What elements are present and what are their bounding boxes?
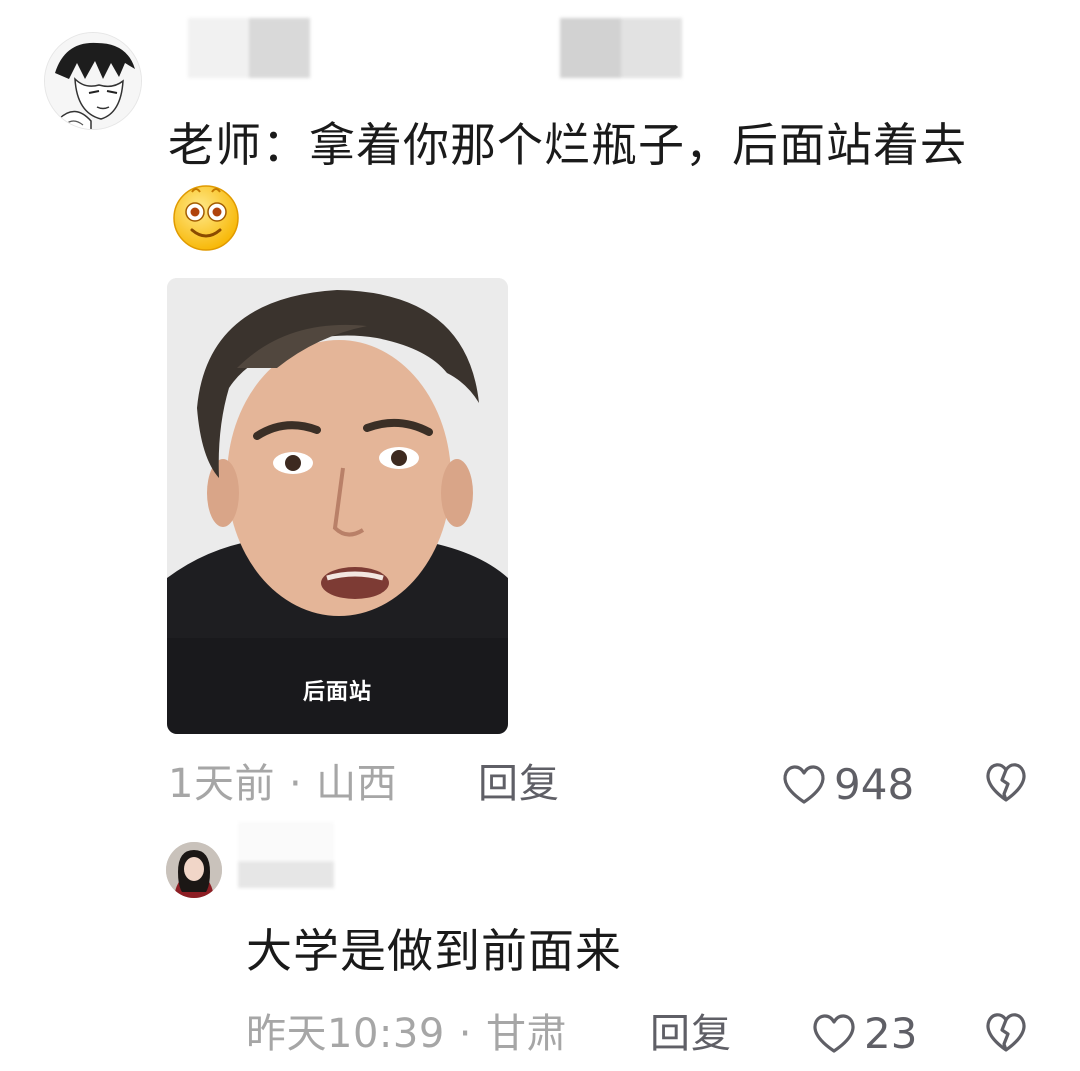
avatar-illustration	[45, 33, 141, 129]
broken-heart-icon	[986, 763, 1026, 802]
reply-reply-button[interactable]: 回复	[650, 1008, 732, 1060]
comment-time: 1天前	[168, 761, 275, 807]
reply-location: 甘肃	[486, 1011, 567, 1057]
comment-text: 老师：拿着你那个烂瓶子，后面站着去	[168, 110, 1028, 257]
like-count: 948	[834, 759, 915, 809]
image-caption: 后面站	[302, 680, 372, 705]
comment-body: 老师：拿着你那个烂瓶子，后面站着去	[168, 118, 967, 172]
smiling-face-emoji-icon	[173, 185, 239, 251]
meta-separator: ·	[458, 1011, 472, 1057]
reply-time: 昨天10:39	[246, 1011, 445, 1057]
heart-icon	[813, 1014, 855, 1053]
comment-meta: 1天前 · 山西	[168, 758, 397, 810]
reply-like-count: 23	[864, 1008, 918, 1058]
like-button[interactable]: 948	[780, 756, 914, 812]
reply-button[interactable]: 回复	[478, 758, 560, 810]
heart-icon	[783, 765, 825, 804]
reply-username-redacted[interactable]	[238, 822, 334, 888]
username-redacted[interactable]	[188, 18, 310, 78]
comment-image[interactable]: 后面站	[167, 278, 508, 734]
person-photo	[167, 278, 508, 734]
broken-heart-icon	[986, 1013, 1026, 1052]
dislike-button[interactable]	[983, 760, 1029, 804]
avatar[interactable]	[44, 32, 142, 130]
reply-avatar[interactable]	[166, 842, 222, 898]
reply-text: 大学是做到前面来	[246, 924, 622, 978]
reply-avatar-photo	[166, 842, 222, 898]
reply-dislike-button[interactable]	[983, 1010, 1029, 1054]
meta-separator: ·	[288, 761, 303, 807]
comment-location: 山西	[316, 761, 398, 807]
reply-like-button[interactable]: 23	[810, 1005, 917, 1061]
reply-meta: 昨天10:39 · 甘肃	[246, 1008, 567, 1060]
username-redacted-2	[560, 18, 682, 78]
